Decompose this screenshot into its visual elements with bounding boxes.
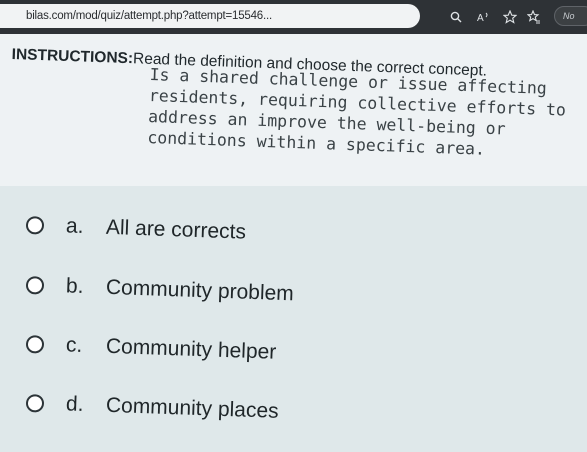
option-letter: d. <box>65 392 84 417</box>
option-c[interactable]: c. Community helper <box>25 332 277 365</box>
option-letter: a. <box>65 214 84 239</box>
radio-button[interactable] <box>25 394 45 413</box>
option-letter: c. <box>65 333 83 357</box>
definition-text: Is a shared challenge or issue affecting… <box>147 64 567 159</box>
option-a[interactable]: a. All are corrects <box>25 213 247 245</box>
svg-text:A: A <box>477 13 484 23</box>
address-bar[interactable]: bilas.com/mod/quiz/attempt.php?attempt=1… <box>0 4 420 28</box>
quiz-page: INSTRUCTIONS:Read the definition and cho… <box>0 34 587 452</box>
favorite-star-icon[interactable] <box>502 9 518 25</box>
option-b[interactable]: b. Community problem <box>25 273 295 306</box>
read-aloud-icon[interactable]: A <box>476 9 492 25</box>
radio-button[interactable] <box>25 335 45 354</box>
browser-toolbar: bilas.com/mod/quiz/attempt.php?attempt=1… <box>0 0 587 34</box>
answer-options: a. All are corrects b. Community problem… <box>0 186 587 452</box>
option-label: Community problem <box>105 275 295 306</box>
profile-label: No <box>563 11 575 21</box>
search-icon[interactable] <box>448 9 464 25</box>
option-label: Community helper <box>105 334 277 364</box>
url-text: bilas.com/mod/quiz/attempt.php?attempt=1… <box>26 10 272 22</box>
radio-button[interactable] <box>25 216 45 235</box>
profile-button[interactable]: No <box>554 6 587 26</box>
option-label: All are corrects <box>105 215 247 244</box>
favorites-icon[interactable] <box>526 9 542 25</box>
option-label: Community places <box>105 393 279 423</box>
instructions-label: INSTRUCTIONS: <box>11 46 134 68</box>
option-letter: b. <box>65 274 84 299</box>
radio-button[interactable] <box>25 276 45 295</box>
question-panel: INSTRUCTIONS:Read the definition and cho… <box>0 34 587 186</box>
option-d[interactable]: d. Community places <box>25 391 279 424</box>
